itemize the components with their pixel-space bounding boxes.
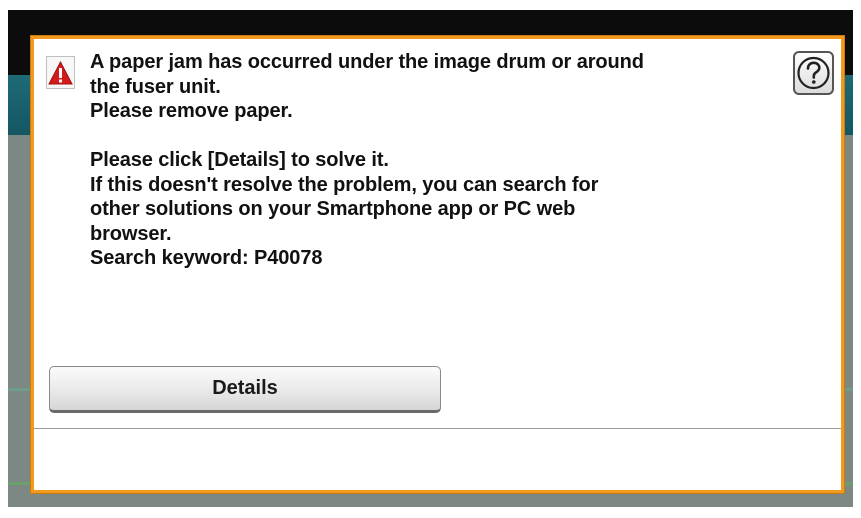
message-line: the fuser unit.: [90, 75, 221, 98]
paper-jam-dialog: A paper jam has occurred under the image…: [31, 36, 844, 493]
message-line: Please click [Details] to solve it.: [90, 149, 389, 171]
printer-panel-screen: A paper jam has occurred under the image…: [0, 0, 861, 518]
details-button[interactable]: Details: [49, 366, 441, 413]
message-line: A paper jam has occurred under the image…: [90, 51, 644, 73]
message-line: Please remove paper.: [90, 100, 293, 122]
message-line: If this doesn't resolve the problem, you…: [90, 173, 599, 196]
question-mark-icon: [797, 56, 830, 90]
warning-triangle-icon: [46, 56, 75, 89]
message-line: other solutions on your Smartphone app o…: [90, 198, 576, 220]
dialog-divider: [34, 428, 841, 429]
error-message: A paper jam has occurred under the image…: [90, 50, 780, 271]
search-keyword-line: Search keyword: P40078: [90, 247, 323, 269]
help-button[interactable]: [793, 51, 834, 95]
message-line: browser.: [90, 222, 172, 245]
